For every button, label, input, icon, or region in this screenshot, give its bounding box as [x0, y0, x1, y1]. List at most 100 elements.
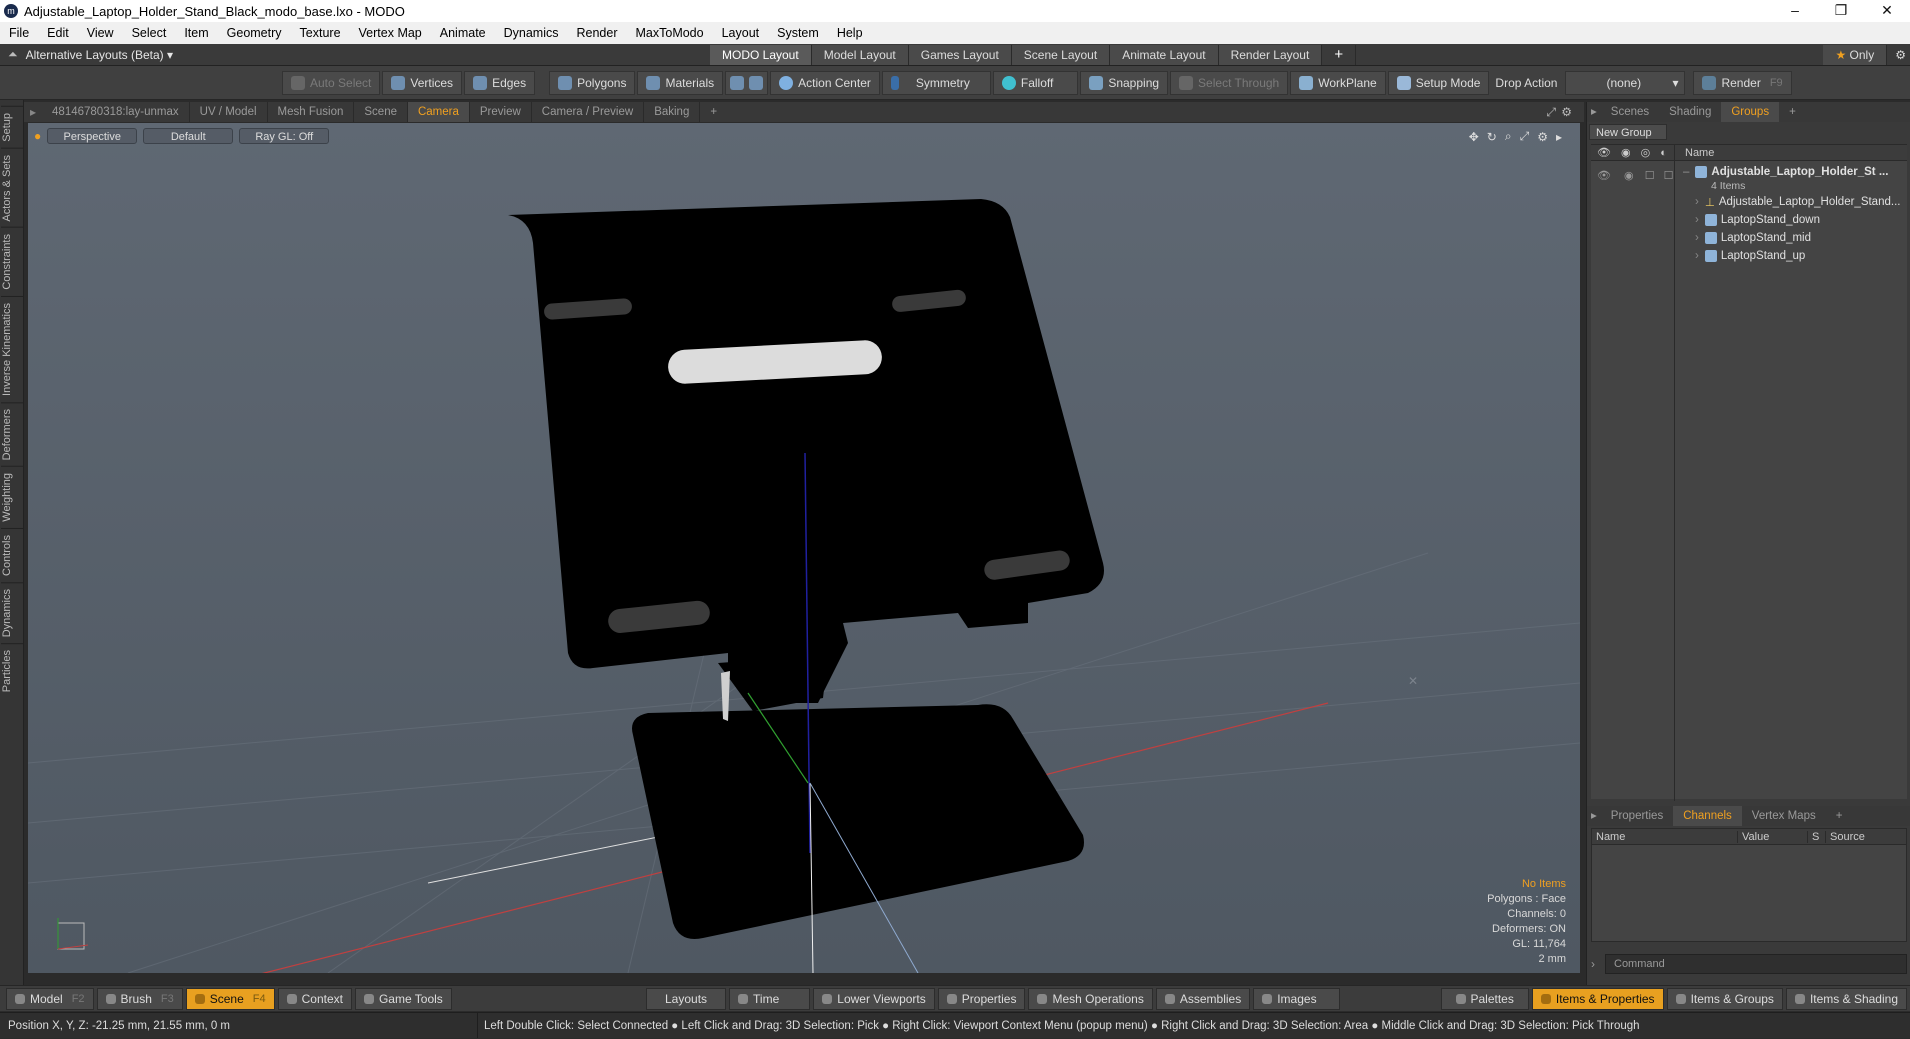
menu-vertex-map[interactable]: Vertex Map	[350, 22, 431, 44]
menu-layout[interactable]: Layout	[713, 22, 769, 44]
close-icon[interactable]: ✕	[1864, 0, 1910, 22]
tab-groups[interactable]: Groups	[1721, 102, 1780, 122]
tab-lay-unmax[interactable]: 48146780318:lay-unmax	[42, 102, 190, 122]
group-child-row[interactable]: › ⊥ Adjustable_Laptop_Holder_Stand...	[1683, 193, 1900, 211]
tab-baking[interactable]: Baking	[644, 102, 701, 122]
workplane-button[interactable]: WorkPlane	[1290, 70, 1386, 95]
menu-help[interactable]: Help	[828, 22, 872, 44]
pan-icon[interactable]: ✥	[1469, 130, 1479, 144]
auto-select-button[interactable]: Auto Select	[282, 70, 381, 95]
tab-shading[interactable]: Shading	[1659, 102, 1721, 122]
maximize-icon[interactable]: ⤢	[1546, 105, 1556, 120]
items-groups-button[interactable]: Items & Groups	[1666, 988, 1783, 1010]
visibility-lock-box[interactable]: ☐	[1645, 170, 1655, 182]
tab-scenes[interactable]: Scenes	[1601, 102, 1659, 122]
context-button[interactable]: Context	[277, 987, 352, 1010]
lower-viewports-button[interactable]: Lower Viewports	[813, 988, 935, 1010]
tab-modo-layout[interactable]: MODO Layout	[710, 45, 812, 65]
action-center-button[interactable]: Action Center	[770, 70, 880, 95]
select-through-button[interactable]: Select Through	[1170, 70, 1289, 95]
menu-dynamics[interactable]: Dynamics	[495, 22, 568, 44]
render-button[interactable]: Render F9	[1693, 70, 1792, 95]
tab-properties[interactable]: Properties	[1601, 806, 1673, 826]
menu-texture[interactable]: Texture	[291, 22, 350, 44]
polygons-button[interactable]: Polygons	[549, 70, 636, 95]
menu-animate[interactable]: Animate	[431, 22, 495, 44]
group-child-row[interactable]: › LaptopStand_up	[1683, 247, 1900, 265]
left-tab-constraints[interactable]: Constraints	[0, 227, 23, 297]
raygl-button[interactable]: Ray GL: Off	[239, 128, 330, 144]
fit-icon[interactable]: ⤢	[1520, 129, 1530, 144]
zoom-icon[interactable]: ⌕	[1505, 129, 1512, 144]
panel-menu-icon[interactable]: ▸	[1587, 102, 1601, 122]
menu-file[interactable]: File	[0, 22, 38, 44]
materials-button[interactable]: Materials	[637, 70, 724, 95]
brush-mode-button[interactable]: Brush F3	[96, 987, 183, 1010]
group-child-row[interactable]: › LaptopStand_mid	[1683, 229, 1900, 247]
symmetry-button[interactable]: Symmetry	[881, 70, 991, 95]
layouts-button[interactable]: Layouts	[646, 988, 727, 1010]
tab-vertex-maps[interactable]: Vertex Maps	[1742, 806, 1826, 826]
scene-mode-button[interactable]: Scene F4	[185, 987, 275, 1010]
model-mode-button[interactable]: Model F2	[6, 987, 94, 1010]
items-shading-button[interactable]: Items & Shading	[1785, 988, 1907, 1010]
left-tab-controls[interactable]: Controls	[0, 528, 23, 582]
add-layout-button[interactable]: +	[1322, 45, 1357, 65]
tab-camera-preview[interactable]: Camera / Preview	[532, 102, 645, 122]
add-bottom-tab[interactable]: +	[1826, 806, 1853, 826]
tab-games-layout[interactable]: Games Layout	[908, 45, 1012, 65]
tab-scene-layout[interactable]: Scene Layout	[1011, 45, 1111, 65]
new-group-button[interactable]: New Group	[1589, 124, 1667, 140]
assemblies-button[interactable]: Assemblies	[1155, 988, 1251, 1010]
visibility-eye-icon[interactable]: 👁	[1597, 170, 1611, 182]
tab-preview[interactable]: Preview	[470, 102, 532, 122]
palettes-button[interactable]: Palettes	[1440, 988, 1529, 1010]
tab-scene[interactable]: Scene	[354, 102, 408, 122]
tab-camera[interactable]: Camera	[407, 102, 470, 122]
left-tab-setup[interactable]: Setup	[0, 106, 23, 148]
images-button[interactable]: Images	[1253, 988, 1340, 1010]
shading-style-button[interactable]: Default	[143, 128, 234, 144]
visibility-select-box[interactable]: ☐	[1664, 170, 1674, 182]
menu-render[interactable]: Render	[568, 22, 627, 44]
tab-mesh-fusion[interactable]: Mesh Fusion	[268, 102, 355, 122]
gear-icon[interactable]: ⚙	[1895, 48, 1906, 62]
tab-uv-model[interactable]: UV / Model	[190, 102, 268, 122]
items-properties-button[interactable]: Items & Properties	[1531, 988, 1664, 1010]
tab-animate-layout[interactable]: Animate Layout	[1110, 45, 1219, 65]
viewport-menu-icon[interactable]: ▸	[24, 105, 42, 119]
menu-maxtomodo[interactable]: MaxToModo	[627, 22, 713, 44]
properties-button[interactable]: Properties	[937, 988, 1026, 1010]
alternative-layouts-dropdown[interactable]: Alternative Layouts (Beta) ▾	[26, 48, 173, 62]
vertices-button[interactable]: Vertices	[382, 70, 463, 95]
only-toggle[interactable]: ★ Only	[1823, 45, 1888, 65]
collapse-icon[interactable]: –	[1683, 166, 1689, 178]
snapping-button[interactable]: Snapping	[1080, 70, 1169, 95]
falloff-button[interactable]: Falloff	[992, 70, 1079, 95]
edges-button[interactable]: Edges	[464, 70, 536, 95]
left-tab-weighting[interactable]: Weighting	[0, 466, 23, 529]
menu-geometry[interactable]: Geometry	[218, 22, 291, 44]
restore-icon[interactable]: ❐	[1818, 0, 1864, 22]
menu-select[interactable]: Select	[123, 22, 176, 44]
component-mode-button[interactable]	[725, 70, 769, 95]
visibility-render-icon[interactable]: ◉	[1624, 170, 1634, 182]
menu-system[interactable]: System	[768, 22, 828, 44]
tab-model-layout[interactable]: Model Layout	[811, 45, 909, 65]
panel-bottom-menu-icon[interactable]: ▸	[1587, 806, 1601, 826]
menu-item[interactable]: Item	[175, 22, 217, 44]
add-viewport-tab[interactable]: +	[700, 102, 727, 122]
game-tools-button[interactable]: Game Tools	[354, 987, 452, 1010]
viewport-gear-icon[interactable]: ⚙	[1561, 105, 1572, 119]
rotate-icon[interactable]: ↻	[1487, 130, 1497, 144]
group-root-row[interactable]: – Adjustable_Laptop_Holder_St ...	[1683, 163, 1900, 181]
mesh-operations-button[interactable]: Mesh Operations	[1028, 988, 1153, 1010]
layout-pin-icon[interactable]: ⏶	[8, 47, 18, 62]
perspective-button[interactable]: Perspective	[47, 128, 138, 144]
left-tab-dynamics[interactable]: Dynamics	[0, 582, 23, 644]
left-tab-particles[interactable]: Particles	[0, 643, 23, 699]
left-tab-inverse-kinematics[interactable]: Inverse Kinematics	[0, 296, 23, 402]
left-tab-actors-sets[interactable]: Actors & Sets	[0, 147, 23, 228]
menu-view[interactable]: View	[78, 22, 123, 44]
command-input[interactable]: Command	[1605, 954, 1907, 974]
